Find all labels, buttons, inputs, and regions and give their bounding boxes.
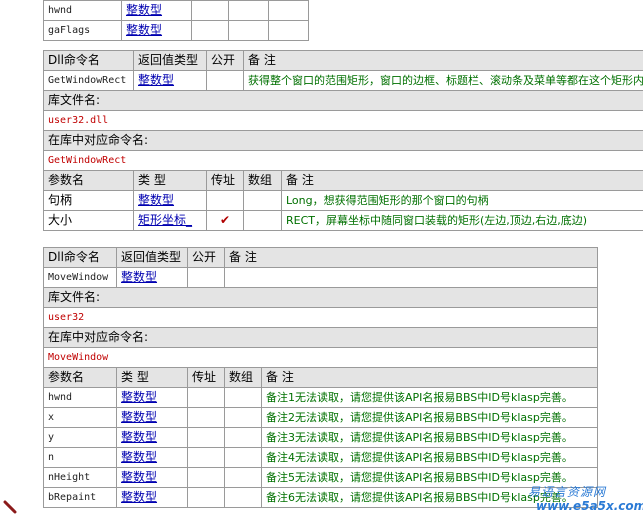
table-row: nHeight 整数型 备注5无法读取，请您提供该API名报易BBS中ID号kl…: [43, 467, 598, 488]
param-header-row: 参数名 类 型 传址 数组 备 注: [43, 170, 643, 191]
param-note: Long，想获得范围矩形的那个窗口的句柄: [281, 190, 643, 211]
param-name: nHeight: [43, 467, 117, 488]
param-note: 备注2无法读取，请您提供该API名报易BBS中ID号klasp完善。: [261, 407, 598, 428]
lib-file-label: 库文件名:: [43, 287, 598, 308]
watermark-line2: www.e5a5x.com: [536, 499, 643, 513]
dll-command-note: 获得整个窗口的范围矩形，窗口的边框、标题栏、滚动条及菜单等都在这个矩形内: [243, 70, 643, 91]
alias-value: GetWindowRect: [43, 150, 643, 171]
lib-file-value: user32: [43, 307, 598, 328]
param-name: bRepaint: [43, 487, 117, 508]
table-row: gaFlags 整数型: [43, 20, 309, 41]
dll-command-name: MoveWindow: [43, 267, 117, 288]
param-type-link[interactable]: 整数型: [121, 20, 192, 41]
public-flag: [187, 267, 225, 288]
watermark-line1: 易语言资源网: [528, 485, 607, 499]
param-type-link[interactable]: 整数型: [116, 427, 188, 448]
table-row: 句柄 整数型 Long，想获得范围矩形的那个窗口的句柄: [43, 190, 643, 211]
param-type-link[interactable]: 整数型: [116, 487, 188, 508]
param-note: 备注1无法读取，请您提供该API名报易BBS中ID号klasp完善。: [261, 387, 598, 408]
param-note: 备注3无法读取，请您提供该API名报易BBS中ID号klasp完善。: [261, 427, 598, 448]
dll-block-getwindowrect: Dll命令名 返回值类型 公开 备 注 GetWindowRect 整数型 获得…: [43, 50, 643, 231]
pencil-icon: [3, 500, 17, 514]
param-type-link[interactable]: 整数型: [116, 387, 188, 408]
byref-check-icon: ✔: [206, 210, 244, 231]
lib-file-value: user32.dll: [43, 110, 643, 131]
param-type-link[interactable]: 整数型: [116, 407, 188, 428]
table-row: hwnd 整数型: [43, 0, 309, 21]
dll-header-row: Dll命令名 返回值类型 公开 备 注: [43, 50, 643, 71]
table-row: hwnd 整数型 备注1无法读取，请您提供该API名报易BBS中ID号klasp…: [43, 387, 598, 408]
param-name: 大小: [43, 210, 134, 231]
dll-command-row: MoveWindow 整数型: [43, 267, 598, 288]
alias-value: MoveWindow: [43, 347, 598, 368]
alias-label: 在库中对应命令名:: [43, 130, 643, 151]
lib-file-label: 库文件名:: [43, 90, 643, 111]
param-type-link[interactable]: 整数型: [116, 467, 188, 488]
public-flag: [206, 70, 244, 91]
param-name: 句柄: [43, 190, 134, 211]
param-type-link[interactable]: 整数型: [121, 0, 192, 21]
table-row: x 整数型 备注2无法读取，请您提供该API名报易BBS中ID号klasp完善。: [43, 407, 598, 428]
top-param-table: hwnd 整数型 gaFlags 整数型: [43, 0, 309, 41]
param-name: hwnd: [43, 387, 117, 408]
dll-command-note: [224, 267, 598, 288]
dll-block-movewindow: Dll命令名 返回值类型 公开 备 注 MoveWindow 整数型 库文件名:…: [43, 247, 598, 508]
param-name: hwnd: [43, 0, 122, 21]
param-note: RECT，屏幕坐标中随同窗口装载的矩形(左边,顶边,右边,底边): [281, 210, 643, 231]
table-row: bRepaint 整数型 备注6无法读取，请您提供该API名报易BBS中ID号k…: [43, 487, 598, 508]
param-type-link[interactable]: 整数型: [133, 190, 207, 211]
dll-header-row: Dll命令名 返回值类型 公开 备 注: [43, 247, 598, 268]
param-name: n: [43, 447, 117, 468]
param-header-row: 参数名 类 型 传址 数组 备 注: [43, 367, 598, 388]
alias-label: 在库中对应命令名:: [43, 327, 598, 348]
param-name: y: [43, 427, 117, 448]
return-type-link[interactable]: 整数型: [116, 267, 188, 288]
param-type-link[interactable]: 矩形坐标_: [133, 210, 207, 231]
dll-command-row: GetWindowRect 整数型 获得整个窗口的范围矩形，窗口的边框、标题栏、…: [43, 70, 643, 91]
byref-cell: [206, 190, 244, 211]
table-row: y 整数型 备注3无法读取，请您提供该API名报易BBS中ID号klasp完善。: [43, 427, 598, 448]
param-type-link[interactable]: 整数型: [116, 447, 188, 468]
dll-command-name: GetWindowRect: [43, 70, 134, 91]
param-note: 备注4无法读取，请您提供该API名报易BBS中ID号klasp完善。: [261, 447, 598, 468]
table-row: n 整数型 备注4无法读取，请您提供该API名报易BBS中ID号klasp完善。: [43, 447, 598, 468]
param-name: gaFlags: [43, 20, 122, 41]
param-name: x: [43, 407, 117, 428]
table-row: 大小 矩形坐标_ ✔ RECT，屏幕坐标中随同窗口装载的矩形(左边,顶边,右边,…: [43, 210, 643, 231]
return-type-link[interactable]: 整数型: [133, 70, 207, 91]
